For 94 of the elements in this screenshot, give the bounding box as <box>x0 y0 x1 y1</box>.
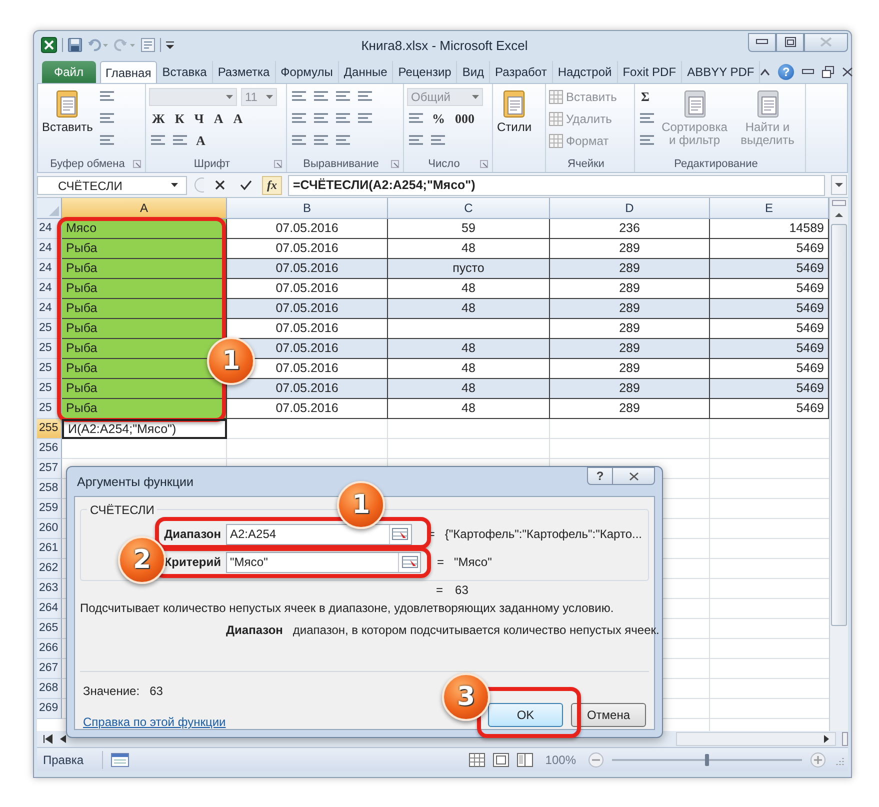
window-title: Книга8.xlsx - Microsoft Excel <box>361 38 528 52</box>
group-label: Редактирование <box>674 158 758 170</box>
function-description: Подсчитывает количество непустых ячеек в диапазоне, удовлетворяющих заданному условию. <box>80 601 615 615</box>
table-cell: 07.05.2016 <box>227 379 388 399</box>
table-cell: 07.05.2016 <box>227 399 388 419</box>
ribbon-button[interactable]: A <box>193 132 208 148</box>
table-cell: 5469 <box>710 299 829 319</box>
table-cell: 59 <box>388 219 550 239</box>
row-header[interactable]: 255 <box>37 419 62 439</box>
table-cell: И(A2:A254;"Мясо") <box>62 419 227 439</box>
argument-result: {"Картофель":"Картофель":"Карто... <box>444 527 642 541</box>
ribbon-button[interactable]: 000 <box>452 110 478 126</box>
column-header[interactable]: B <box>227 198 388 219</box>
ribbon-button[interactable]: Σ <box>638 88 652 104</box>
table-cell: 48 <box>388 399 550 419</box>
ribbon-button[interactable]: Ч <box>191 110 207 126</box>
table-cell: 289 <box>550 399 710 419</box>
group-label: Шрифт <box>194 158 230 170</box>
argument-result: "Мясо" <box>454 555 492 569</box>
column-header[interactable]: D <box>550 198 710 219</box>
ribbon-tab[interactable]: Главная <box>100 61 158 83</box>
argument-description: диапазон, в котором подсчитывается количество непустых ячеек. <box>292 623 660 637</box>
ribbon-button[interactable]: К <box>172 110 188 126</box>
row-header[interactable]: 257 <box>37 459 62 479</box>
table-cell: 289 <box>550 299 710 319</box>
row-header[interactable]: 256 <box>37 439 62 459</box>
table-cell: 48 <box>388 299 550 319</box>
group-label: Буфер обмена <box>50 158 125 170</box>
row-header[interactable]: 266 <box>37 639 62 659</box>
status-mode: Правка <box>43 752 85 766</box>
table-cell: Рыба <box>62 299 227 319</box>
row-header[interactable]: 261 <box>37 539 62 559</box>
row-header[interactable]: 268 <box>37 679 62 699</box>
ribbon-button[interactable]: Вставить <box>41 87 94 136</box>
group-label: Ячейки <box>568 158 604 170</box>
help-button[interactable]: ? <box>587 467 613 485</box>
table-cell: Рыба <box>62 399 227 419</box>
ribbon-button[interactable]: Ж <box>149 110 168 126</box>
row-header[interactable]: 265 <box>37 619 62 639</box>
argument-field[interactable]: A2:A254 <box>226 524 412 544</box>
row-header[interactable]: 269 <box>37 699 62 719</box>
table-cell: 07.05.2016 <box>227 219 388 239</box>
formula-result: 63 <box>455 583 468 597</box>
table-cell: Рыба <box>62 279 227 299</box>
row-header[interactable]: 258 <box>37 479 62 499</box>
row-header[interactable]: 260 <box>37 519 62 539</box>
table-cell: 5469 <box>710 379 829 399</box>
table-cell: Рыба <box>62 259 227 279</box>
ribbon-button[interactable]: Стили <box>496 87 533 136</box>
insert-function-button[interactable]: fx <box>262 176 282 194</box>
formula-field[interactable]: =СЧЁТЕСЛИ(A2:A254;"Мясо") <box>288 174 825 196</box>
zoom-level[interactable]: 100% <box>545 752 576 766</box>
ribbon-button[interactable]: A <box>210 110 226 126</box>
table-cell: пусто <box>388 259 550 279</box>
value-text: 63 <box>150 684 163 698</box>
table-cell: 07.05.2016 <box>227 259 388 279</box>
value-label: Значение: <box>83 684 140 698</box>
column-header[interactable]: C <box>388 198 550 219</box>
table-cell: 5469 <box>710 259 829 279</box>
table-cell: Рыба <box>62 379 227 399</box>
row-header[interactable]: 264 <box>37 599 62 619</box>
group-label: Выравнивание <box>303 158 379 170</box>
table-cell: 5469 <box>710 339 829 359</box>
table-cell: 07.05.2016 <box>227 299 388 319</box>
argument-label: Критерий <box>164 555 221 569</box>
row-header[interactable]: 263 <box>37 579 62 599</box>
column-header[interactable]: A <box>62 198 227 219</box>
column-header[interactable]: E <box>710 198 829 219</box>
file-tab[interactable]: Файл <box>42 61 96 83</box>
function-name: СЧЁТЕСЛИ <box>87 503 158 517</box>
cancel-button[interactable]: Отмена <box>571 703 646 727</box>
equals-sign: = <box>436 583 444 597</box>
argument-label: Диапазон <box>164 527 221 541</box>
row-header[interactable]: 262 <box>37 559 62 579</box>
table-cell: Рыба <box>62 239 227 259</box>
table-cell: 48 <box>388 379 550 399</box>
help-link[interactable]: Справка по этой функции <box>83 715 226 729</box>
table-cell: 236 <box>550 219 710 239</box>
row-header[interactable]: 267 <box>37 659 62 679</box>
dialog-title: Аргументы функции <box>77 474 194 488</box>
group-label: Число <box>428 158 460 170</box>
argument-name: Диапазон <box>226 623 283 637</box>
equals-sign: = <box>437 555 444 569</box>
argument-field[interactable]: "Мясо" <box>226 552 421 572</box>
ok-button[interactable]: OK <box>488 703 563 727</box>
ribbon-button[interactable]: % <box>429 110 448 126</box>
table-cell: 289 <box>550 259 710 279</box>
table-cell: 289 <box>550 379 710 399</box>
ribbon-button[interactable]: A <box>230 110 246 126</box>
table-cell: 48 <box>388 339 550 359</box>
name-box[interactable]: СЧЁТЕСЛИ <box>37 176 187 194</box>
table-cell: 289 <box>550 339 710 359</box>
row-header[interactable]: 259 <box>37 499 62 519</box>
table-cell: Рыба <box>62 319 227 339</box>
